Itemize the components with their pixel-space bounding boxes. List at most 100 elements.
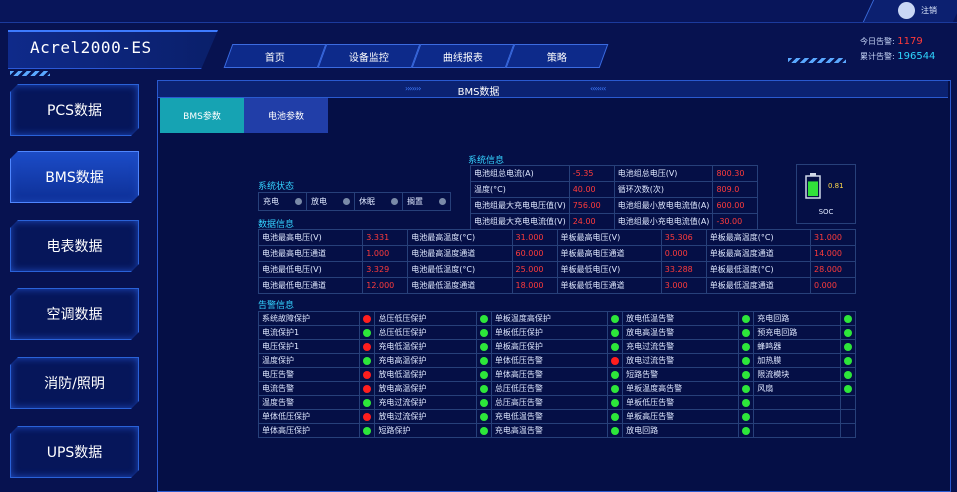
alarm-status-cell: [738, 353, 755, 368]
alarm-green-indicator-icon: [742, 398, 751, 407]
table-row: 电池组最大充电电压值(V) 756.00 电池组最小放电电流值(A) 600.00: [470, 197, 759, 214]
table-label: 单板最低温度(°C): [705, 261, 812, 278]
table-label: 循环次数(次): [613, 181, 714, 198]
sidebar-item-meter[interactable]: 电表数据: [10, 220, 139, 272]
table-value: 12.000: [362, 277, 409, 294]
table-label: 单板最低温度通道: [705, 277, 812, 294]
decor-arrows-right: ‹‹‹‹‹‹‹: [590, 84, 606, 93]
alarm-label: 放电低温告警: [622, 311, 740, 326]
table-label: 电池组最大充电电压值(V): [470, 197, 570, 214]
sidebar-item-bms[interactable]: BMS数据: [10, 151, 139, 203]
alarm-label: 放电高温告警: [622, 325, 740, 340]
table-value: 24.00: [568, 213, 615, 230]
table-label: 电池最低电压(V): [257, 261, 364, 278]
sidebar-item-label: 电表数据: [46, 239, 103, 255]
alarm-green-indicator-icon: [742, 342, 751, 351]
alarm-status-cell: [840, 423, 856, 438]
table-label: 电池组总电压(V): [613, 165, 714, 182]
table-value: 25.000: [511, 261, 558, 278]
alarm-green-indicator-icon: [611, 342, 620, 351]
alarm-status-cell: [607, 381, 624, 396]
table-label: 单板最高电压(V): [556, 229, 662, 246]
alarm-green-indicator-icon: [611, 370, 620, 379]
top-bar: [0, 0, 957, 23]
alarm-green-indicator-icon: [844, 356, 852, 365]
soc-value: 0.81: [828, 182, 844, 190]
alarm-label: 总压低压保护: [374, 325, 477, 340]
system-state-title: 系统状态: [258, 182, 295, 192]
table-value: 14.000: [810, 245, 856, 262]
table-value: -30.00: [712, 213, 759, 230]
alarm-status-cell: [359, 409, 376, 424]
decor-stripe: [10, 71, 50, 76]
alarm-status-cell: [475, 395, 492, 410]
alarm-status-cell: [475, 409, 492, 424]
alarm-green-indicator-icon: [479, 328, 488, 337]
alarm-info-title: 告警信息: [258, 301, 295, 311]
sidebar-item-fire-lighting[interactable]: 消防/照明: [10, 357, 139, 409]
alarm-green-indicator-icon: [844, 314, 852, 323]
alarm-status-cell: [840, 339, 856, 354]
alarm-status-cell: [738, 311, 755, 326]
today-alarm-value: 1179: [897, 36, 923, 47]
table-value: 35.306: [660, 229, 707, 246]
alarm-label: 系统故障保护: [257, 311, 361, 326]
table-value: 40.00: [568, 181, 615, 198]
alarm-green-indicator-icon: [611, 412, 620, 421]
nav-curve-report[interactable]: 曲线报表: [411, 44, 515, 68]
table-row: 电流保护1 总压低压保护 单板低压保护 放电高温告警 预充电回路: [257, 325, 856, 340]
table-row: 电池最高电压(V) 3.331 电池最高温度(°C) 31.000 单板最高电压(V) 3…: [257, 229, 856, 246]
alarm-label: [753, 409, 841, 424]
alarm-status-cell: [359, 367, 376, 382]
nav-device-monitor[interactable]: 设备监控: [317, 44, 421, 68]
alarm-status-cell: [840, 325, 856, 340]
alarm-label: [753, 395, 841, 410]
tab-bms-params[interactable]: BMS参数: [160, 98, 244, 133]
status-indicator-icon: [343, 198, 350, 205]
alarm-status-cell: [359, 395, 376, 410]
alarm-green-indicator-icon: [363, 426, 372, 435]
sidebar-item-ups[interactable]: UPS数据: [10, 426, 139, 478]
table-value: 28.000: [810, 261, 856, 278]
logout-link[interactable]: 注销: [921, 5, 937, 16]
table-label: 电池最高电压通道: [257, 245, 364, 262]
table-value: 3.331: [362, 229, 409, 246]
alarm-status-cell: [359, 325, 376, 340]
table-value: 60.000: [511, 245, 558, 262]
alarm-label: 放电回路: [622, 423, 740, 438]
state-label: 搁置: [407, 197, 423, 206]
state-label: 休眠: [359, 197, 375, 206]
table-value: 0.000: [810, 277, 856, 294]
alarm-green-indicator-icon: [742, 356, 751, 365]
alarm-label: 充电回路: [753, 311, 841, 326]
alarm-green-indicator-icon: [611, 384, 620, 393]
alarm-label: 单体高压告警: [490, 367, 609, 382]
nav-strategy[interactable]: 策略: [505, 44, 609, 68]
nav-home[interactable]: 首页: [223, 44, 327, 68]
alarm-red-indicator-icon: [363, 384, 372, 393]
soc-label: SOC: [818, 208, 834, 216]
alarm-label: 总压高压告警: [490, 395, 609, 410]
alarm-label: 电压告警: [257, 367, 361, 382]
alarm-green-indicator-icon: [844, 342, 852, 351]
table-value: 18.000: [511, 277, 558, 294]
battery-icon: [805, 173, 821, 199]
alarm-status-cell: [840, 367, 856, 382]
alarm-status-cell: [738, 367, 755, 382]
alarm-label: 单板低压保护: [490, 325, 609, 340]
table-value: 31.000: [810, 229, 856, 246]
alarm-label: 温度保护: [257, 353, 361, 368]
tab-battery-params[interactable]: 电池参数: [244, 98, 328, 133]
table-value: 800.30: [712, 165, 759, 182]
alarm-info-table: 系统故障保护 总压低压保护 单板温度高保护 放电低温告警 充电回路 电流保护1 总压低压保护…: [257, 311, 856, 438]
alarm-label: 充电低温告警: [490, 409, 609, 424]
alarm-label: 单体高压保护: [257, 423, 361, 438]
sidebar-item-aircon[interactable]: 空调数据: [10, 288, 139, 340]
table-value: 600.00: [712, 197, 759, 214]
table-row: 电池组最大充电电流值(V) 24.00 电池组最小充电电流值(A) -30.00: [470, 213, 759, 230]
alarm-red-indicator-icon: [363, 314, 372, 323]
table-row: 电压保护1 充电低温保护 单板高压保护 充电过流告警 蜂鸣器: [257, 339, 856, 354]
table-label: 单板最高电压通道: [556, 245, 662, 262]
alarm-green-indicator-icon: [479, 398, 488, 407]
avatar[interactable]: [898, 2, 915, 19]
